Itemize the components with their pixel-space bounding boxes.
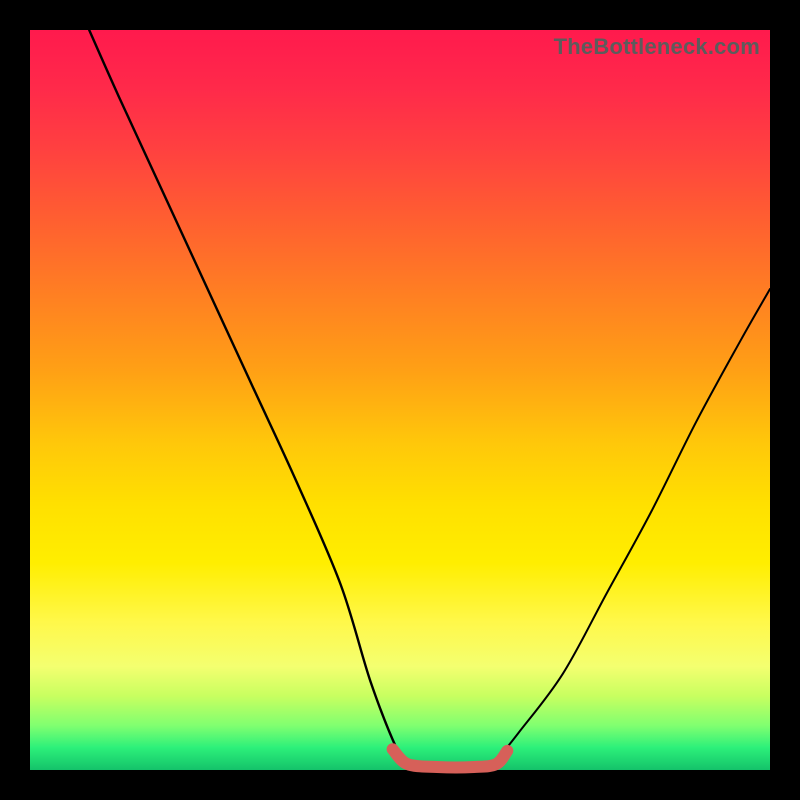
- marker-layer: [30, 30, 770, 770]
- bottom-marker: [393, 749, 508, 767]
- chart-stage: TheBottleneck.com: [0, 0, 800, 800]
- plot-area: TheBottleneck.com: [30, 30, 770, 770]
